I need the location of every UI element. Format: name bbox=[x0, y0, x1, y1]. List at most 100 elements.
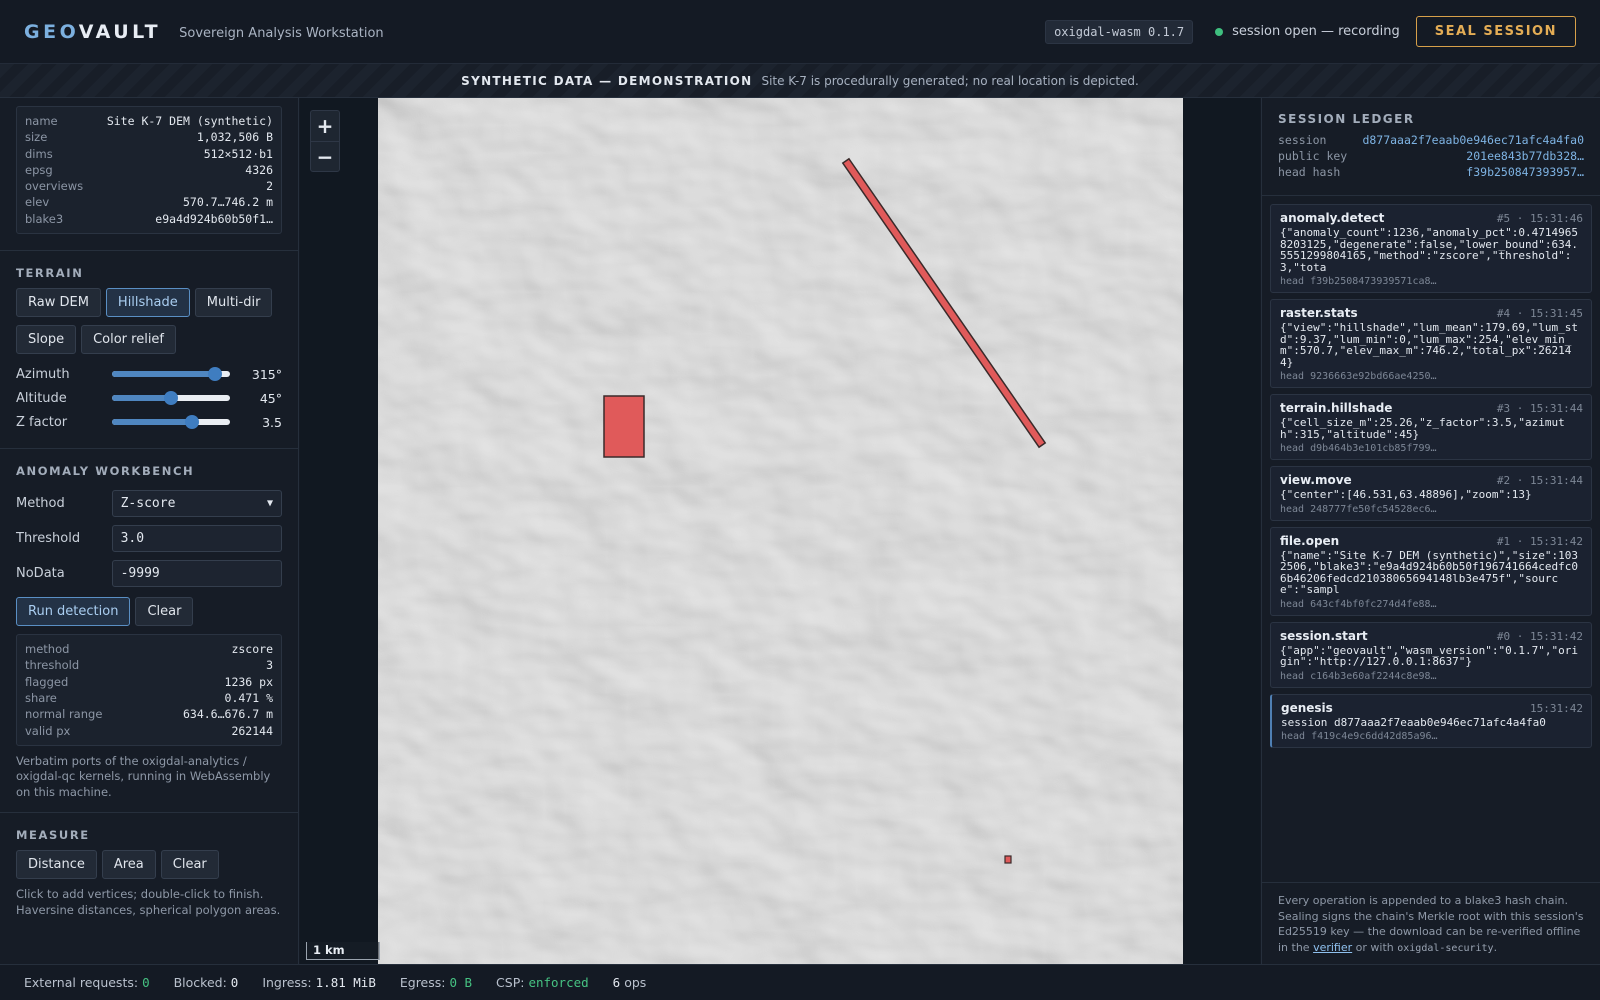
ledger-entry[interactable]: view.move #2 · 15:31:44 {"center":[46.531,… bbox=[1270, 466, 1592, 521]
ledger-entry[interactable]: raster.stats #4 · 15:31:45 {"view":"hillsh… bbox=[1270, 299, 1592, 388]
entry-head-hash: head 248777fe50fc54528ec6… bbox=[1280, 503, 1437, 515]
terrain-mode-hillshade[interactable]: Hillshade bbox=[105, 288, 190, 318]
meta-key: normal range bbox=[25, 707, 103, 722]
banner-title: SYNTHETIC DATA — DEMONSTRATION bbox=[461, 73, 753, 88]
threshold-input[interactable]: 3.0 bbox=[111, 525, 282, 553]
banner-text: Site K-7 is procedurally generated; no r… bbox=[761, 73, 1139, 88]
meta-row: dims 512×512·b1 bbox=[25, 146, 273, 162]
meta-value: 3 bbox=[266, 658, 273, 673]
slider-knob[interactable] bbox=[208, 367, 223, 382]
nodata-input[interactable]: -9999 bbox=[111, 560, 282, 588]
left-panel: name Site K-7 DEM (synthetic) size 1,032,50… bbox=[0, 98, 299, 964]
run-detection-button[interactable]: Run detection bbox=[16, 597, 131, 627]
meta-key: size bbox=[25, 130, 48, 145]
meta-row: valid px 262144 bbox=[25, 723, 273, 739]
entry-head-hash: head 9236663e92bd66ae4250… bbox=[1280, 371, 1437, 382]
meta-value: Site K-7 DEM (synthetic) bbox=[106, 114, 273, 128]
anomaly-results: method zscore threshold 3 flagged 1236 px shar… bbox=[16, 634, 282, 746]
entry-body: {"cell_size_m":25.26,"z_factor":3.5,"azi… bbox=[1280, 416, 1565, 441]
anomaly-block bbox=[603, 395, 645, 458]
slider-row: Altitude 45° bbox=[16, 386, 282, 410]
slider-azimuth[interactable] bbox=[112, 367, 230, 382]
meta-value: 2 bbox=[266, 179, 273, 194]
threshold-label: Threshold bbox=[16, 531, 81, 547]
anomaly-speck bbox=[1004, 855, 1012, 864]
slider-z-factor[interactable] bbox=[112, 415, 230, 430]
ledger-entries: anomaly.detect #5 · 15:31:46 {"anomaly_cou… bbox=[1262, 196, 1600, 748]
ledger-entry[interactable]: genesis 15:31:42 session d877aaa2f7eaab0e9… bbox=[1270, 693, 1592, 748]
session-ledger-panel: SESSION LEDGER session d877aaa2f7eaab0e94… bbox=[1261, 98, 1600, 964]
measure-note: Click to add vertices; double-click to f… bbox=[16, 887, 281, 917]
meta-row: epsg 4326 bbox=[25, 162, 273, 178]
ledger-entry[interactable]: anomaly.detect #5 · 15:31:46 {"anomaly_cou… bbox=[1270, 204, 1592, 293]
meta-key: method bbox=[25, 642, 70, 657]
entry-name: session.start bbox=[1280, 628, 1368, 643]
scale-bar: 1 km bbox=[306, 942, 380, 960]
meta-row: overviews 2 bbox=[25, 178, 273, 194]
ops-count: 6 ops bbox=[612, 975, 647, 990]
meta-value: 4326 bbox=[245, 162, 273, 177]
distance-button[interactable]: Distance bbox=[16, 850, 97, 880]
meta-value: 262144 bbox=[231, 723, 273, 738]
hillshade-raster[interactable] bbox=[378, 98, 1183, 964]
terrain-section: TERRAIN Raw DEM Hillshade Multi-dir Slope Co… bbox=[0, 266, 298, 434]
clear-measure-button[interactable]: Clear bbox=[160, 850, 219, 880]
map-view[interactable]: + − 1 km bbox=[300, 98, 1260, 964]
slider-knob[interactable] bbox=[164, 391, 178, 406]
method-select-value: Z-score bbox=[120, 496, 176, 512]
verifier-link[interactable]: verifier bbox=[1313, 941, 1352, 954]
entry-name: terrain.hillshade bbox=[1280, 401, 1393, 415]
terrain-mode-slope[interactable]: Slope bbox=[16, 325, 77, 355]
ledger-header: SESSION LEDGER session d877aaa2f7eaab0e94… bbox=[1262, 98, 1600, 196]
ledger-entry[interactable]: terrain.hillshade #3 · 15:31:44 {"cell_siz… bbox=[1270, 394, 1592, 460]
seal-session-button[interactable]: SEAL SESSION bbox=[1415, 16, 1576, 47]
method-select[interactable]: Z-score ▼ bbox=[111, 490, 282, 518]
meta-row: normal range 634.6…676.7 m bbox=[25, 706, 273, 722]
entry-body: {"name":"Site K-7 DEM (synthetic)","size… bbox=[1280, 548, 1579, 596]
blocked-count: Blocked: 0 bbox=[173, 975, 239, 990]
meta-value: 1236 px bbox=[224, 674, 273, 689]
entry-name: genesis bbox=[1281, 700, 1333, 715]
slider-knob[interactable] bbox=[185, 415, 200, 430]
meta-key: epsg bbox=[25, 162, 53, 177]
slider-altitude[interactable] bbox=[112, 391, 230, 406]
app-header: GEOVAULT Sovereign Analysis Workstation … bbox=[0, 0, 1600, 64]
meta-key: flagged bbox=[25, 674, 69, 689]
method-label: Method bbox=[16, 496, 65, 512]
entry-head-hash: head 643cf4bf0fc274d4fe88… bbox=[1280, 598, 1437, 610]
meta-key: share bbox=[25, 690, 57, 705]
status-footer: External requests: 0 Blocked: 0 Ingress:… bbox=[0, 964, 1600, 1000]
area-button[interactable]: Area bbox=[101, 850, 156, 880]
zoom-out-button[interactable]: − bbox=[311, 141, 339, 171]
measure-title: MEASURE bbox=[16, 828, 90, 843]
slider-row: Z factor 3.5 bbox=[16, 410, 282, 434]
meta-row: size 1,032,506 B bbox=[25, 129, 273, 145]
slider-value: 3.5 bbox=[262, 414, 282, 430]
ledger-entry[interactable]: session.start #0 · 15:31:42 {"app":"geovau… bbox=[1270, 621, 1592, 688]
meta-key: dims bbox=[25, 146, 53, 161]
clear-anomaly-button[interactable]: Clear bbox=[135, 597, 194, 627]
entry-head-hash: head d9b464b3e101cb85f799… bbox=[1280, 443, 1437, 454]
terrain-mode-color-relief[interactable]: Color relief bbox=[81, 325, 177, 355]
terrain-mode-multi-dir[interactable]: Multi-dir bbox=[194, 288, 273, 318]
slider-label: Azimuth bbox=[16, 366, 70, 382]
ingress-size: Ingress: 1.81 MiB bbox=[262, 975, 376, 990]
anomaly-title: ANOMALY WORKBENCH bbox=[16, 464, 195, 479]
meta-key: name bbox=[25, 114, 58, 128]
meta-value: 570.7…746.2 m bbox=[182, 195, 273, 210]
terrain-mode-raw-dem[interactable]: Raw DEM bbox=[16, 288, 101, 318]
session-status-text: session open — recording bbox=[1232, 24, 1400, 39]
anomaly-section: ANOMALY WORKBENCH Method Z-score ▼ Thres… bbox=[0, 464, 298, 800]
ledger-entry[interactable]: file.open #1 · 15:31:42 {"name":"Site K-7 … bbox=[1270, 526, 1592, 616]
egress-size: Egress: 0 B bbox=[399, 975, 473, 990]
meta-value: zscore bbox=[231, 642, 273, 657]
meta-value: 0.471 % bbox=[224, 690, 273, 705]
zoom-in-button[interactable]: + bbox=[311, 111, 339, 141]
entry-meta: 15:31:42 bbox=[1530, 701, 1583, 715]
meta-key: overviews bbox=[25, 179, 84, 194]
ledger-footnote: Every operation is appended to a blake3 … bbox=[1262, 882, 1600, 964]
meta-value: 1,032,506 B bbox=[196, 130, 273, 145]
entry-meta: #5 · 15:31:46 bbox=[1496, 212, 1583, 225]
app-logo: GEOVAULT bbox=[24, 20, 162, 43]
slider-fill bbox=[112, 395, 171, 402]
